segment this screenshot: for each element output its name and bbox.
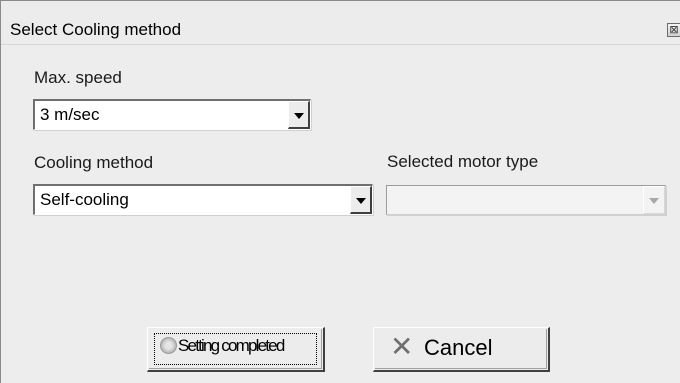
circle-icon — [160, 337, 177, 354]
motor-type-label: Selected motor type — [387, 152, 539, 171]
window-title: Select Cooling method — [10, 20, 182, 39]
chevron-down-icon[interactable] — [350, 186, 372, 214]
chevron-down-icon[interactable] — [643, 186, 665, 214]
close-icon[interactable]: ⊠ — [667, 23, 680, 37]
cooling-method-select[interactable]: Self-cooling — [33, 184, 373, 215]
x-icon: ✕ — [390, 330, 414, 363]
max-speed-label: Max. speed — [34, 68, 122, 87]
cancel-button[interactable]: ✕ Cancel — [373, 327, 550, 372]
setting-completed-label: Setting completed — [178, 336, 285, 355]
cooling-method-label: Cooling method — [34, 153, 154, 172]
cooling-method-value: Self-cooling — [40, 190, 129, 209]
chevron-down-icon[interactable] — [288, 101, 310, 129]
max-speed-value: 3 m/sec — [40, 105, 100, 124]
cancel-label: Cancel — [424, 335, 493, 360]
setting-completed-button[interactable]: Setting completed — [147, 327, 325, 372]
title-bar[interactable]: Select Cooling method ⊠ — [1, 1, 680, 45]
max-speed-select[interactable]: 3 m/sec — [33, 99, 311, 130]
motor-type-select[interactable] — [386, 185, 666, 215]
dialog-window: Select Cooling method ⊠ Max. speed 3 m/s… — [0, 0, 680, 383]
